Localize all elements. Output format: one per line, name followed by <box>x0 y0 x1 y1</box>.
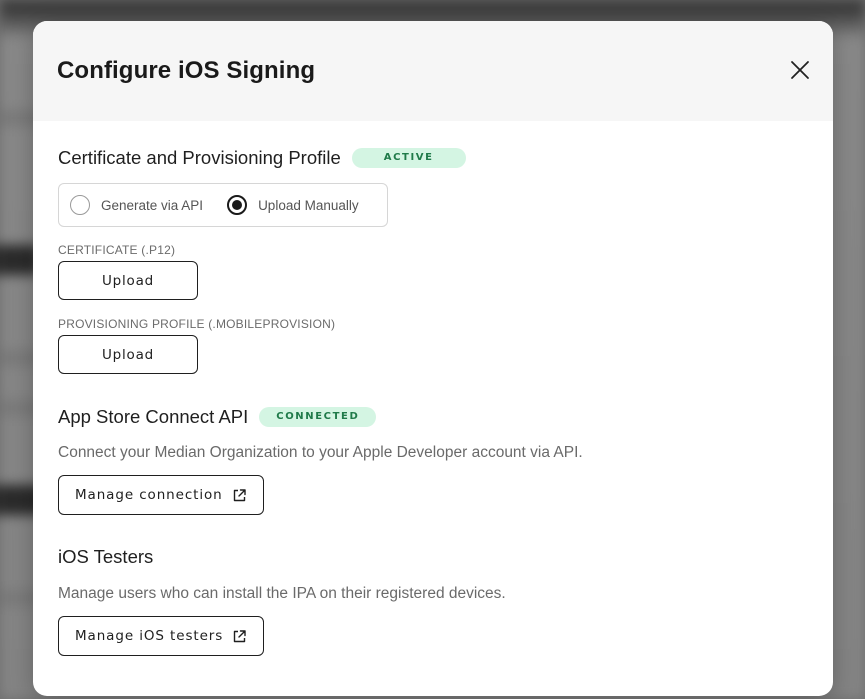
configure-ios-signing-dialog: Configure iOS Signing Certificate and Pr… <box>33 21 833 696</box>
close-icon <box>791 61 809 79</box>
radio-generate-via-api[interactable]: Generate via API <box>70 195 203 215</box>
app-store-section-title: App Store Connect API CONNECTED <box>58 406 377 428</box>
provisioning-profile-upload-button[interactable]: Upload <box>58 335 198 374</box>
modal-title: Configure iOS Signing <box>57 57 316 84</box>
radio-label-upload: Upload Manually <box>258 197 359 213</box>
provisioning-profile-label: PROVISIONING PROFILE (.MOBILEPROVISION) <box>58 317 336 331</box>
close-button[interactable] <box>787 57 813 83</box>
app-store-title: App Store Connect API <box>58 406 249 427</box>
modal-header: Configure iOS Signing <box>33 21 833 121</box>
radio-button-checked[interactable] <box>227 195 248 215</box>
ios-testers-description: Manage users who can install the IPA on … <box>58 585 506 602</box>
active-status-badge: ACTIVE <box>351 148 466 168</box>
certificate-label: CERTIFICATE (.P12) <box>58 243 176 257</box>
signing-method-radio-group: Generate via API Upload Manually <box>58 183 388 227</box>
signing-title: Certificate and Provisioning Profile <box>58 147 341 168</box>
connected-status-badge: CONNECTED <box>259 407 377 427</box>
signing-section-title: Certificate and Provisioning Profile ACT… <box>58 147 466 169</box>
radio-button-unchecked[interactable] <box>70 195 90 215</box>
ios-testers-title: iOS Testers <box>58 546 154 567</box>
ios-testers-section-title: iOS Testers <box>58 546 153 568</box>
radio-upload-manually[interactable]: Upload Manually <box>227 195 359 215</box>
certificate-upload-button[interactable]: Upload <box>58 261 198 300</box>
app-store-description: Connect your Median Organization to your… <box>58 444 583 461</box>
external-link-icon <box>232 629 247 644</box>
manage-connection-button[interactable]: Manage connection <box>58 475 264 515</box>
radio-label-generate: Generate via API <box>101 197 204 213</box>
external-link-icon <box>232 488 247 503</box>
manage-ios-testers-button[interactable]: Manage iOS testers <box>58 616 265 656</box>
manage-connection-label: Manage connection <box>75 487 223 503</box>
manage-ios-testers-label: Manage iOS testers <box>75 628 224 644</box>
